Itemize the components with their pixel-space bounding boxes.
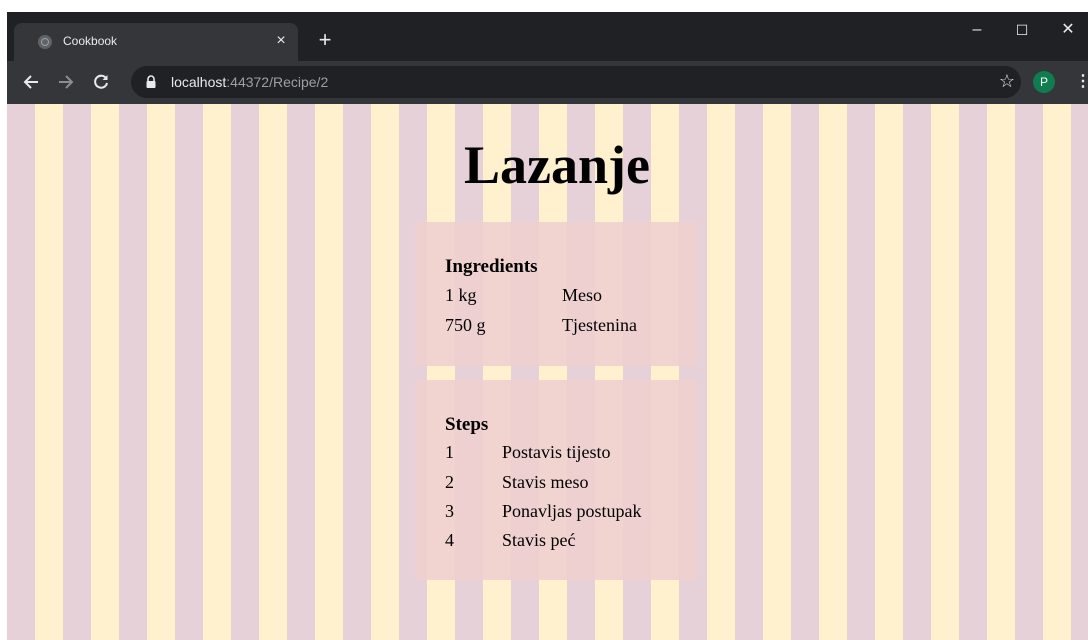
steps-card: Steps 1 Postavis tijesto 2 Stavis meso 3…	[415, 380, 697, 580]
ingredient-row: 750 g Tjestenina	[445, 315, 685, 337]
step-number: 4	[445, 530, 454, 550]
star-icon[interactable]: ☆	[997, 69, 1017, 93]
lock-icon[interactable]	[145, 75, 157, 89]
ingredients-card: Ingredients 1 kg Meso 750 g Tjestenina	[415, 222, 697, 366]
step-row: 3 Ponavljas postupak	[445, 501, 685, 523]
ingredient-amount: 1 kg	[445, 285, 477, 305]
tab-strip: Cookbook × + – ☐ ✕	[7, 12, 1088, 61]
step-row: 1 Postavis tijesto	[445, 442, 685, 464]
ingredient-row: 1 kg Meso	[445, 285, 685, 307]
step-text: Stavis meso	[502, 472, 589, 492]
ingredient-name: Tjestenina	[562, 315, 637, 335]
url-host: localhost	[171, 74, 227, 90]
profile-avatar[interactable]: P	[1033, 71, 1055, 93]
forward-arrow-icon[interactable]	[54, 70, 78, 94]
recipe-title: Lazanje	[464, 135, 650, 195]
url-path: :44372/Recipe/2	[226, 74, 329, 90]
step-text: Postavis tijesto	[502, 442, 611, 462]
page-viewport: Lazanje Ingredients 1 kg Meso 750 g Tjes…	[7, 104, 1088, 640]
step-text: Stavis peć	[502, 530, 576, 550]
reload-icon[interactable]	[89, 70, 113, 94]
ingredients-heading: Ingredients	[445, 256, 538, 277]
url-text: localhost:44372/Recipe/2	[171, 74, 328, 90]
step-number: 2	[445, 472, 454, 492]
kebab-menu-icon[interactable]: ⋮	[1075, 71, 1088, 93]
step-number: 1	[445, 442, 454, 462]
step-text: Ponavljas postupak	[502, 501, 642, 521]
back-arrow-icon[interactable]	[19, 70, 43, 94]
step-number: 3	[445, 501, 454, 521]
browser-toolbar: localhost:44372/Recipe/2 ☆ P ⋮	[7, 61, 1088, 104]
steps-heading: Steps	[445, 414, 489, 435]
ingredient-name: Meso	[562, 285, 602, 305]
tab-close-button[interactable]: ×	[271, 31, 291, 51]
ingredient-amount: 750 g	[445, 315, 486, 335]
globe-icon	[38, 35, 52, 49]
window-minimize-button[interactable]: –	[957, 18, 997, 42]
tab-cookbook[interactable]: Cookbook ×	[14, 23, 298, 61]
step-row: 4 Stavis peć	[445, 530, 685, 552]
new-tab-button[interactable]: +	[313, 28, 337, 52]
address-bar[interactable]: localhost:44372/Recipe/2	[131, 66, 1021, 98]
step-row: 2 Stavis meso	[445, 472, 685, 494]
tab-title: Cookbook	[63, 34, 118, 48]
window-close-button[interactable]: ✕	[1048, 18, 1088, 42]
window-frame: Cookbook × + – ☐ ✕ localhost:44372/Recip…	[0, 0, 1088, 640]
window-maximize-button[interactable]: ☐	[1002, 18, 1042, 42]
